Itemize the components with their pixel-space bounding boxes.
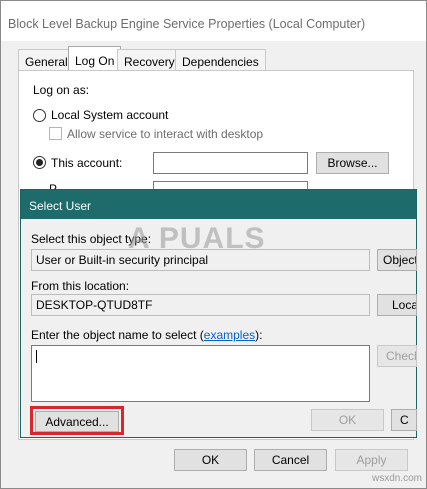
select-user-cancel-button[interactable]: C [391,409,417,431]
local-system-label: Local System account [51,108,169,122]
this-account-label: This account: [51,156,123,170]
allow-interact-checkbox[interactable] [49,127,62,140]
enter-name-suffix: ): [255,328,263,342]
window-title: Block Level Backup Engine Service Proper… [8,17,366,31]
object-types-button[interactable]: Object [377,249,417,271]
browse-button[interactable]: Browse... [316,152,389,174]
tab-dependencies[interactable]: Dependencies [175,49,266,71]
select-user-ok-button[interactable]: OK [311,409,384,431]
examples-link[interactable]: examples [204,328,255,342]
location-field: DESKTOP-QTUD8TF [31,294,370,316]
text-caret [36,350,37,363]
log-on-as-label: Log on as: [33,83,90,97]
cancel-button[interactable]: Cancel [254,449,327,471]
location-label: From this location: [31,279,130,293]
tab-general[interactable]: General [18,49,75,71]
title-bar: Block Level Backup Engine Service Proper… [1,1,426,41]
enter-name-label: Enter the object name to select (example… [31,328,262,342]
account-input[interactable] [153,152,308,174]
check-names-button[interactable]: Check [377,345,417,367]
this-account-radio[interactable] [33,156,46,169]
enter-name-prefix: Enter the object name to select ( [31,328,204,342]
ok-button[interactable]: OK [174,449,247,471]
appuals-logo-watermark: A PUALS [128,222,266,255]
select-user-title-bar: Select User [21,190,416,219]
apply-button[interactable]: Apply [335,449,408,471]
select-user-title: Select User [29,199,92,213]
advanced-button[interactable]: Advanced... [35,411,119,432]
locations-button[interactable]: Loca [377,294,417,316]
object-name-input[interactable] [31,345,370,402]
tab-log-on[interactable]: Log On [68,46,122,71]
tab-recovery[interactable]: Recovery [117,49,182,71]
local-system-radio[interactable] [33,109,46,122]
allow-interact-label: Allow service to interact with desktop [67,127,264,141]
site-watermark: wsxdn.com [372,473,423,484]
